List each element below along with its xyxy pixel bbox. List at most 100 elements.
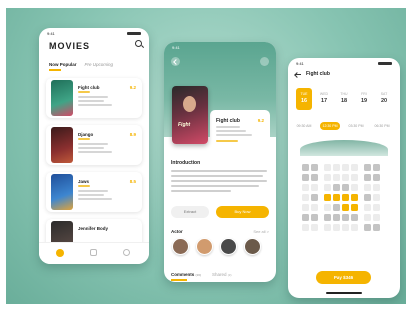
showtime-chip[interactable]: 12:30 PM	[320, 122, 340, 130]
seat-available[interactable]	[342, 174, 349, 181]
rating-stars	[78, 185, 90, 187]
more-icon[interactable]	[260, 57, 269, 66]
bottom-nav	[39, 242, 149, 264]
seat-selected[interactable]	[333, 194, 340, 201]
movie-card[interactable]: Django 8.9	[46, 125, 142, 165]
date-chip[interactable]: THU 18	[336, 88, 352, 110]
seat-available[interactable]	[351, 164, 358, 171]
back-icon[interactable]	[171, 57, 180, 66]
seat-taken	[302, 174, 309, 181]
date-chip[interactable]: FRI 19	[356, 88, 372, 110]
search-icon[interactable]	[135, 40, 142, 47]
seat-available[interactable]	[302, 204, 309, 211]
category-tabs: Now Popular Pre Upcoming	[49, 62, 114, 71]
seat-taken	[373, 174, 380, 181]
date-number: 19	[360, 98, 368, 104]
seat-selected[interactable]	[324, 194, 331, 201]
seat-available[interactable]	[373, 184, 380, 191]
showtime-chip[interactable]: 06:30 PM	[372, 122, 392, 130]
movie-meta	[78, 198, 112, 200]
seat-available[interactable]	[324, 184, 331, 191]
movie-title: Jennifer Body	[78, 226, 109, 231]
seat-taken	[333, 214, 340, 221]
seat-selected[interactable]	[351, 204, 358, 211]
shared-count: (3)	[227, 273, 232, 277]
ticket-icon[interactable]	[90, 249, 97, 256]
seat-available[interactable]	[333, 174, 340, 181]
movie-title: Fight club	[78, 85, 100, 90]
seat-available[interactable]	[351, 184, 358, 191]
home-icon[interactable]	[56, 249, 64, 257]
seat-available[interactable]	[364, 214, 371, 221]
seat-available[interactable]	[364, 184, 371, 191]
status-bar: 9:41	[47, 31, 141, 37]
seat-available[interactable]	[324, 224, 331, 231]
seat-available[interactable]	[324, 174, 331, 181]
intro-text	[171, 185, 259, 187]
movie-meta	[216, 126, 240, 128]
seat-taken	[311, 214, 318, 221]
tab-comments[interactable]: Comments (16)	[171, 272, 201, 277]
intro-text	[171, 180, 267, 182]
movie-meta	[78, 190, 108, 192]
date-chip[interactable]: WED 17	[316, 88, 332, 110]
pay-button[interactable]: Pay $346	[316, 271, 371, 284]
seat-available[interactable]	[351, 174, 358, 181]
actor-avatar[interactable]	[196, 238, 213, 255]
seat-available[interactable]	[351, 224, 358, 231]
seat-available[interactable]	[373, 204, 380, 211]
date-number: 20	[380, 98, 388, 104]
movie-meta	[216, 134, 252, 136]
comments-count: (16)	[195, 273, 201, 277]
seat-selected[interactable]	[342, 194, 349, 201]
actor-avatar[interactable]	[220, 238, 237, 255]
seat-available[interactable]	[342, 164, 349, 171]
movie-poster	[51, 80, 73, 116]
seat-available[interactable]	[324, 204, 331, 211]
seat-available[interactable]	[373, 194, 380, 201]
status-time: 9:41	[172, 45, 180, 50]
seat-taken	[333, 184, 340, 191]
seat-available[interactable]	[333, 164, 340, 171]
active-tab-indicator	[49, 69, 61, 71]
seat-taken	[351, 214, 358, 221]
date-day: FRI	[361, 92, 367, 96]
showtime-chip[interactable]: 09:30 AM	[294, 122, 314, 130]
seat-taken	[302, 164, 309, 171]
seat-available[interactable]	[311, 224, 318, 231]
date-chip[interactable]: SAT 20	[376, 88, 392, 110]
actor-avatar[interactable]	[172, 238, 189, 255]
movie-poster	[51, 127, 73, 163]
tab-shared[interactable]: Shared (3)	[212, 272, 231, 277]
extract-button[interactable]: Extract	[171, 206, 209, 218]
seat-available[interactable]	[324, 164, 331, 171]
see-all-link[interactable]: See all >	[253, 229, 269, 234]
seat-available[interactable]	[342, 224, 349, 231]
tab-pre-upcoming[interactable]: Pre Upcoming	[85, 62, 114, 67]
showtime-chip[interactable]: 03:30 PM	[346, 122, 366, 130]
movie-card[interactable]: Fight club 9.2	[46, 78, 142, 118]
date-chip[interactable]: TUE 16	[296, 88, 312, 110]
seat-available[interactable]	[302, 194, 309, 201]
seat-selected[interactable]	[342, 204, 349, 211]
movie-card[interactable]: Jaws 8.5	[46, 172, 142, 212]
seat-available[interactable]	[302, 184, 309, 191]
profile-icon[interactable]	[123, 249, 130, 256]
seat-available[interactable]	[373, 214, 380, 221]
battery-icon	[378, 62, 392, 65]
seat-available[interactable]	[333, 224, 340, 231]
back-arrow-icon[interactable]	[295, 74, 301, 76]
tab-now-popular[interactable]: Now Popular	[49, 62, 77, 67]
status-time: 9:41	[296, 61, 304, 66]
date-day: SAT	[380, 92, 388, 96]
movie-meta	[216, 130, 246, 132]
actor-avatar[interactable]	[244, 238, 261, 255]
app-title: MOVIES	[49, 41, 91, 51]
seat-available[interactable]	[364, 204, 371, 211]
seat-available[interactable]	[311, 204, 318, 211]
buy-now-button[interactable]: Buy Now	[216, 206, 269, 218]
seat-selected[interactable]	[351, 194, 358, 201]
battery-icon	[127, 32, 141, 35]
seat-available[interactable]	[311, 184, 318, 191]
seat-available[interactable]	[302, 224, 309, 231]
